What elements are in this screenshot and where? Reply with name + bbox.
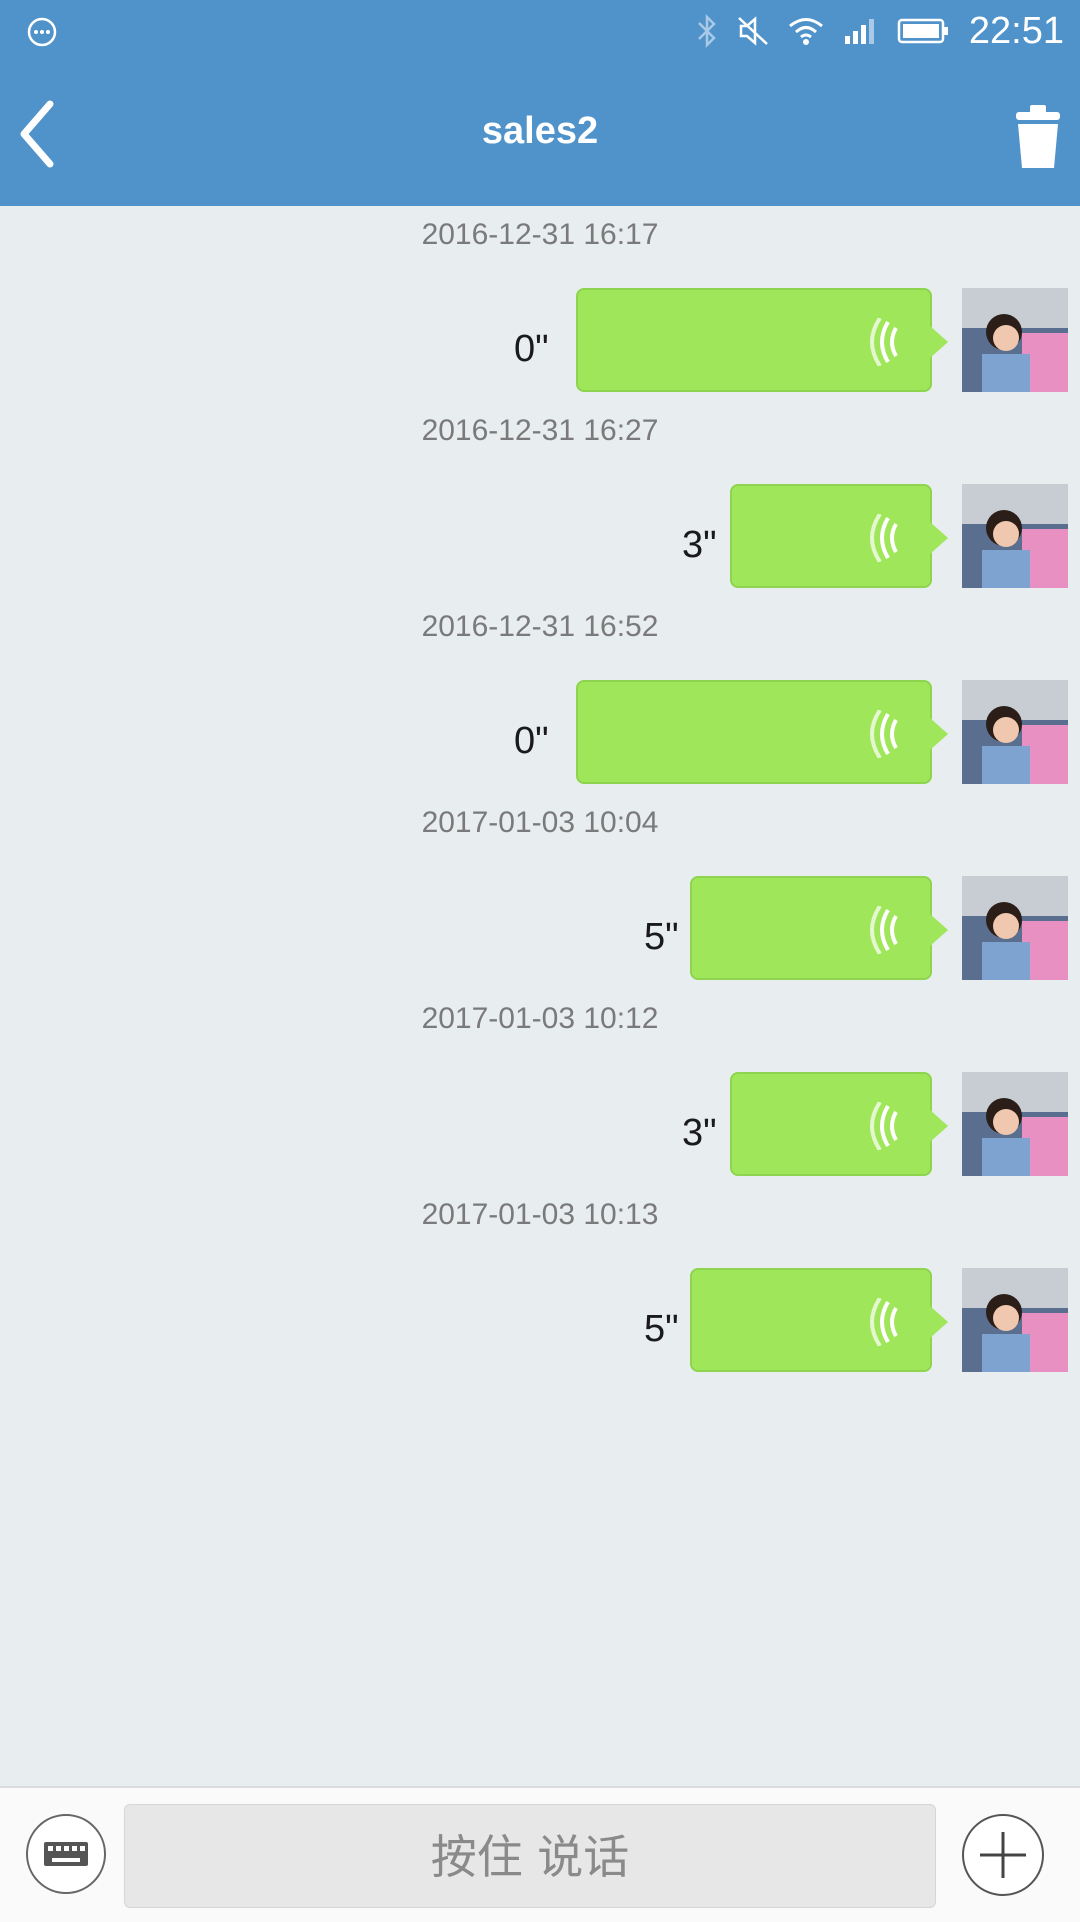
voice-duration: 0" [514, 720, 549, 762]
avatar[interactable] [962, 288, 1068, 392]
message-timestamp: 2016-12-31 16:52 [421, 610, 659, 643]
voice-wave-icon [870, 514, 898, 562]
avatar[interactable] [962, 1268, 1068, 1372]
chat-title: sales2 [481, 110, 599, 152]
status-bar: 22:51 [0, 0, 1080, 62]
message-timestamp: 2017-01-03 10:13 [421, 1198, 659, 1231]
message-timestamp: 2016-12-31 16:17 [421, 218, 659, 251]
voice-bubble[interactable] [690, 1268, 948, 1372]
message-timestamp: 2017-01-03 10:12 [421, 1002, 659, 1035]
voice-message: 5" [0, 1268, 1080, 1374]
chat-bubble-icon [27, 17, 57, 47]
voice-wave-icon [870, 1102, 898, 1150]
avatar[interactable] [962, 876, 1068, 980]
message-list[interactable]: 2016-12-31 16:17 0" 2016-12-31 16:27 3" [0, 206, 1080, 1786]
wifi-icon [788, 18, 823, 45]
voice-bubble[interactable] [576, 288, 948, 392]
message-timestamp: 2016-12-31 16:27 [421, 414, 659, 447]
avatar[interactable] [962, 484, 1068, 588]
voice-message: 5" [0, 876, 1080, 982]
hold-to-talk-button[interactable]: 按住 说话 [124, 1804, 936, 1908]
chat-header: sales2 [0, 62, 1080, 206]
voice-wave-icon [870, 906, 898, 954]
more-options-button[interactable] [962, 1814, 1044, 1896]
input-bar: 按住 说话 [0, 1786, 1080, 1922]
message-timestamp: 2017-01-03 10:04 [421, 806, 659, 839]
voice-message: 0" [0, 680, 1080, 786]
keyboard-toggle-button[interactable] [26, 1814, 106, 1894]
voice-duration: 5" [644, 1308, 679, 1350]
voice-bubble[interactable] [730, 484, 948, 588]
voice-duration: 0" [514, 328, 549, 370]
voice-duration: 5" [644, 916, 679, 958]
voice-wave-icon [870, 710, 898, 758]
voice-message: 3" [0, 484, 1080, 590]
voice-duration: 3" [682, 1112, 717, 1154]
voice-wave-icon [870, 318, 898, 366]
battery-icon [897, 18, 948, 44]
avatar[interactable] [962, 680, 1068, 784]
keyboard-icon [44, 1842, 88, 1866]
voice-wave-icon [870, 1298, 898, 1346]
voice-message: 0" [0, 288, 1080, 394]
mute-icon [738, 16, 768, 46]
trash-icon[interactable] [1006, 102, 1070, 172]
voice-bubble[interactable] [690, 876, 948, 980]
voice-message: 3" [0, 1072, 1080, 1178]
signal-icon [844, 19, 874, 44]
voice-duration: 3" [682, 524, 717, 566]
voice-bubble[interactable] [730, 1072, 948, 1176]
plus-icon [980, 1832, 1026, 1878]
status-time: 22:51 [968, 9, 1064, 52]
voice-bubble[interactable] [576, 680, 948, 784]
avatar[interactable] [962, 1072, 1068, 1176]
bluetooth-icon [698, 14, 716, 48]
